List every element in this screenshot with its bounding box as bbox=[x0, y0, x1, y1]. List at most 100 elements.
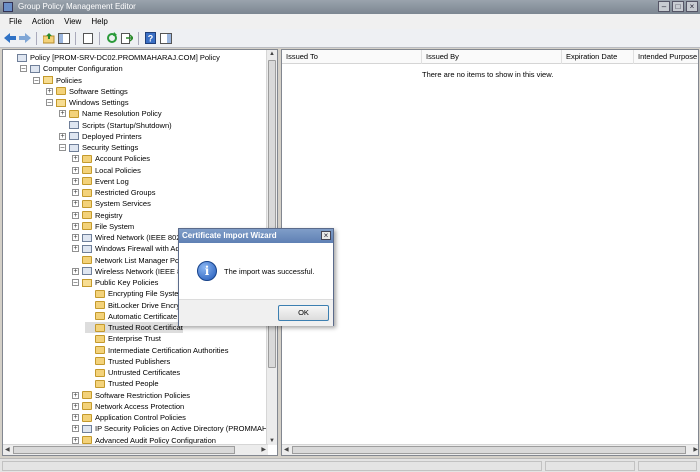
tree-item[interactable]: + Network Access Protection bbox=[72, 401, 184, 412]
ok-button[interactable]: OK bbox=[278, 305, 329, 321]
folder-icon bbox=[43, 76, 53, 84]
tree-item[interactable]: + Local Policies bbox=[72, 165, 141, 176]
menu-view[interactable]: View bbox=[59, 14, 86, 29]
tree-item[interactable]: Scripts (Startup/Shutdown) bbox=[59, 120, 172, 131]
folder-icon bbox=[95, 323, 105, 332]
tree-expander-icon[interactable]: + bbox=[72, 222, 79, 230]
tree-item[interactable]: Enterprise Trust bbox=[85, 333, 161, 344]
tree-item[interactable]: – Public Key Policies bbox=[72, 277, 158, 288]
tree-expander-icon[interactable]: – bbox=[33, 76, 40, 84]
tree-item[interactable]: + Application Control Policies bbox=[72, 412, 186, 423]
tree-item[interactable]: + IP Security Policies on Active Director… bbox=[72, 423, 277, 434]
tree-expander-icon[interactable]: – bbox=[20, 65, 27, 73]
dialog-close-button[interactable]: × bbox=[321, 231, 331, 240]
tree-item[interactable]: + Wireless Network (IEEE 802 bbox=[72, 266, 190, 277]
back-arrow-icon bbox=[3, 33, 16, 43]
up-folder-icon bbox=[42, 32, 54, 43]
tree-expander-icon[interactable]: + bbox=[72, 425, 79, 433]
show-hide-action-pane-button[interactable] bbox=[159, 32, 172, 45]
tree-item[interactable]: Untrusted Certificates bbox=[85, 367, 180, 378]
menu-help[interactable]: Help bbox=[86, 14, 112, 29]
window-title-bar[interactable]: Group Policy Management Editor – □ × bbox=[0, 0, 700, 14]
column-issued-by[interactable]: Issued By bbox=[422, 50, 562, 64]
column-intended-purpose[interactable]: Intended Purpose bbox=[634, 50, 698, 64]
export-list-button[interactable] bbox=[120, 32, 133, 45]
scroll-right-arrow-icon[interactable]: ▶ bbox=[261, 446, 266, 453]
back-button[interactable] bbox=[3, 32, 16, 45]
scroll-up-arrow-icon[interactable]: ▲ bbox=[269, 51, 275, 57]
tree-item[interactable]: + Event Log bbox=[72, 176, 129, 187]
tree-item[interactable]: + Deployed Printers bbox=[59, 131, 142, 142]
tree-expander-icon[interactable]: + bbox=[72, 211, 79, 219]
tree-item[interactable]: + Windows Firewall with Adva bbox=[72, 243, 188, 254]
minimize-button[interactable]: – bbox=[658, 1, 670, 12]
maximize-button[interactable]: □ bbox=[672, 1, 684, 12]
close-button[interactable]: × bbox=[686, 1, 698, 12]
tree-expander-icon[interactable]: + bbox=[59, 110, 66, 118]
tree-item[interactable]: + Wired Network (IEEE 802.3 bbox=[72, 232, 187, 243]
tree-item[interactable]: + Software Settings bbox=[46, 86, 128, 97]
folder-icon bbox=[56, 87, 66, 96]
tree-expander-icon[interactable]: + bbox=[46, 87, 53, 95]
tree-expander-icon[interactable]: + bbox=[72, 402, 79, 410]
tree-horizontal-scrollbar[interactable]: ◀ ▶ bbox=[3, 444, 268, 455]
tree-expander-icon[interactable]: + bbox=[72, 391, 79, 399]
scroll-down-arrow-icon[interactable]: ▼ bbox=[269, 438, 275, 444]
tree-item[interactable]: BitLocker Drive Encrypt bbox=[85, 300, 186, 311]
refresh-button[interactable] bbox=[105, 32, 118, 45]
show-hide-tree-button[interactable] bbox=[57, 32, 70, 45]
tree-item[interactable]: – Security Settings bbox=[59, 142, 138, 153]
menu-file[interactable]: File bbox=[4, 14, 27, 29]
scroll-left-arrow-icon[interactable]: ◀ bbox=[5, 446, 10, 453]
column-issued-to[interactable]: Issued To bbox=[282, 50, 422, 64]
tree-expander-icon[interactable]: + bbox=[72, 189, 79, 196]
tree-item[interactable]: + System Services bbox=[72, 198, 151, 209]
properties-button[interactable] bbox=[81, 32, 94, 45]
dialog-title[interactable]: Certificate Import Wizard bbox=[179, 229, 333, 243]
tree-expander-icon[interactable]: + bbox=[72, 166, 79, 174]
tree-expander-icon[interactable]: – bbox=[46, 99, 53, 106]
scroll-left-arrow-icon[interactable]: ◀ bbox=[284, 446, 289, 453]
scroll-right-arrow-icon[interactable]: ▶ bbox=[693, 446, 698, 453]
policy-icon bbox=[69, 121, 79, 129]
tree-item[interactable]: Intermediate Certification Authorities bbox=[85, 345, 228, 356]
forward-button[interactable] bbox=[18, 32, 31, 45]
tree-expander-icon[interactable]: – bbox=[72, 279, 79, 286]
tree-item[interactable]: – Computer Configuration bbox=[20, 63, 123, 74]
menu-action[interactable]: Action bbox=[27, 14, 59, 29]
tree-expander-icon[interactable]: + bbox=[72, 177, 79, 185]
tree-expander-icon[interactable]: + bbox=[72, 267, 79, 275]
scrollbar-thumb[interactable] bbox=[292, 446, 686, 454]
folder-icon bbox=[82, 154, 92, 163]
tree-expander-icon[interactable]: + bbox=[72, 155, 79, 163]
tree-expander-icon[interactable]: + bbox=[72, 436, 79, 444]
tree-expander-icon[interactable]: + bbox=[72, 200, 79, 208]
tree-expander-icon[interactable]: + bbox=[72, 245, 79, 253]
tree-expander-icon[interactable]: + bbox=[72, 414, 79, 421]
tree-item[interactable]: Network List Manager Polic bbox=[72, 255, 186, 266]
tree-item[interactable]: + Software Restriction Policies bbox=[72, 390, 190, 401]
tree-expander-icon[interactable]: + bbox=[59, 132, 66, 140]
details-pane[interactable]: Issued To Issued By Expiration Date Inte… bbox=[281, 49, 699, 456]
tree-item[interactable]: + Account Policies bbox=[72, 153, 150, 164]
scrollbar-thumb[interactable] bbox=[13, 446, 235, 454]
up-button[interactable] bbox=[42, 32, 55, 45]
tree-item[interactable]: Policy [PROM-SRV-DC02.PROMMAHARAJ.COM] P… bbox=[7, 52, 220, 63]
tree-item[interactable]: Encrypting File System bbox=[85, 288, 185, 299]
tree-item[interactable]: + Restricted Groups bbox=[72, 187, 155, 198]
tree-expander-icon[interactable]: – bbox=[59, 144, 66, 151]
tree-item[interactable]: – Policies bbox=[33, 75, 82, 86]
tree-item[interactable]: Automatic Certificate R bbox=[85, 311, 185, 322]
tree-item[interactable]: Trusted Root Certificat bbox=[85, 322, 183, 333]
tree-item[interactable]: + File System bbox=[72, 221, 134, 232]
tree-item[interactable]: Trusted People bbox=[85, 378, 159, 389]
details-horizontal-scrollbar[interactable]: ◀ ▶ bbox=[282, 444, 698, 455]
tree-item[interactable]: + Name Resolution Policy bbox=[59, 108, 162, 119]
tree-expander-icon[interactable]: + bbox=[72, 234, 79, 241]
tree-item[interactable]: – Windows Settings bbox=[46, 97, 129, 108]
column-expiration-date[interactable]: Expiration Date bbox=[562, 50, 634, 64]
tree-item[interactable]: Trusted Publishers bbox=[85, 356, 170, 367]
tree-item[interactable]: + Registry bbox=[72, 210, 123, 221]
help-button[interactable]: ? bbox=[144, 32, 157, 45]
